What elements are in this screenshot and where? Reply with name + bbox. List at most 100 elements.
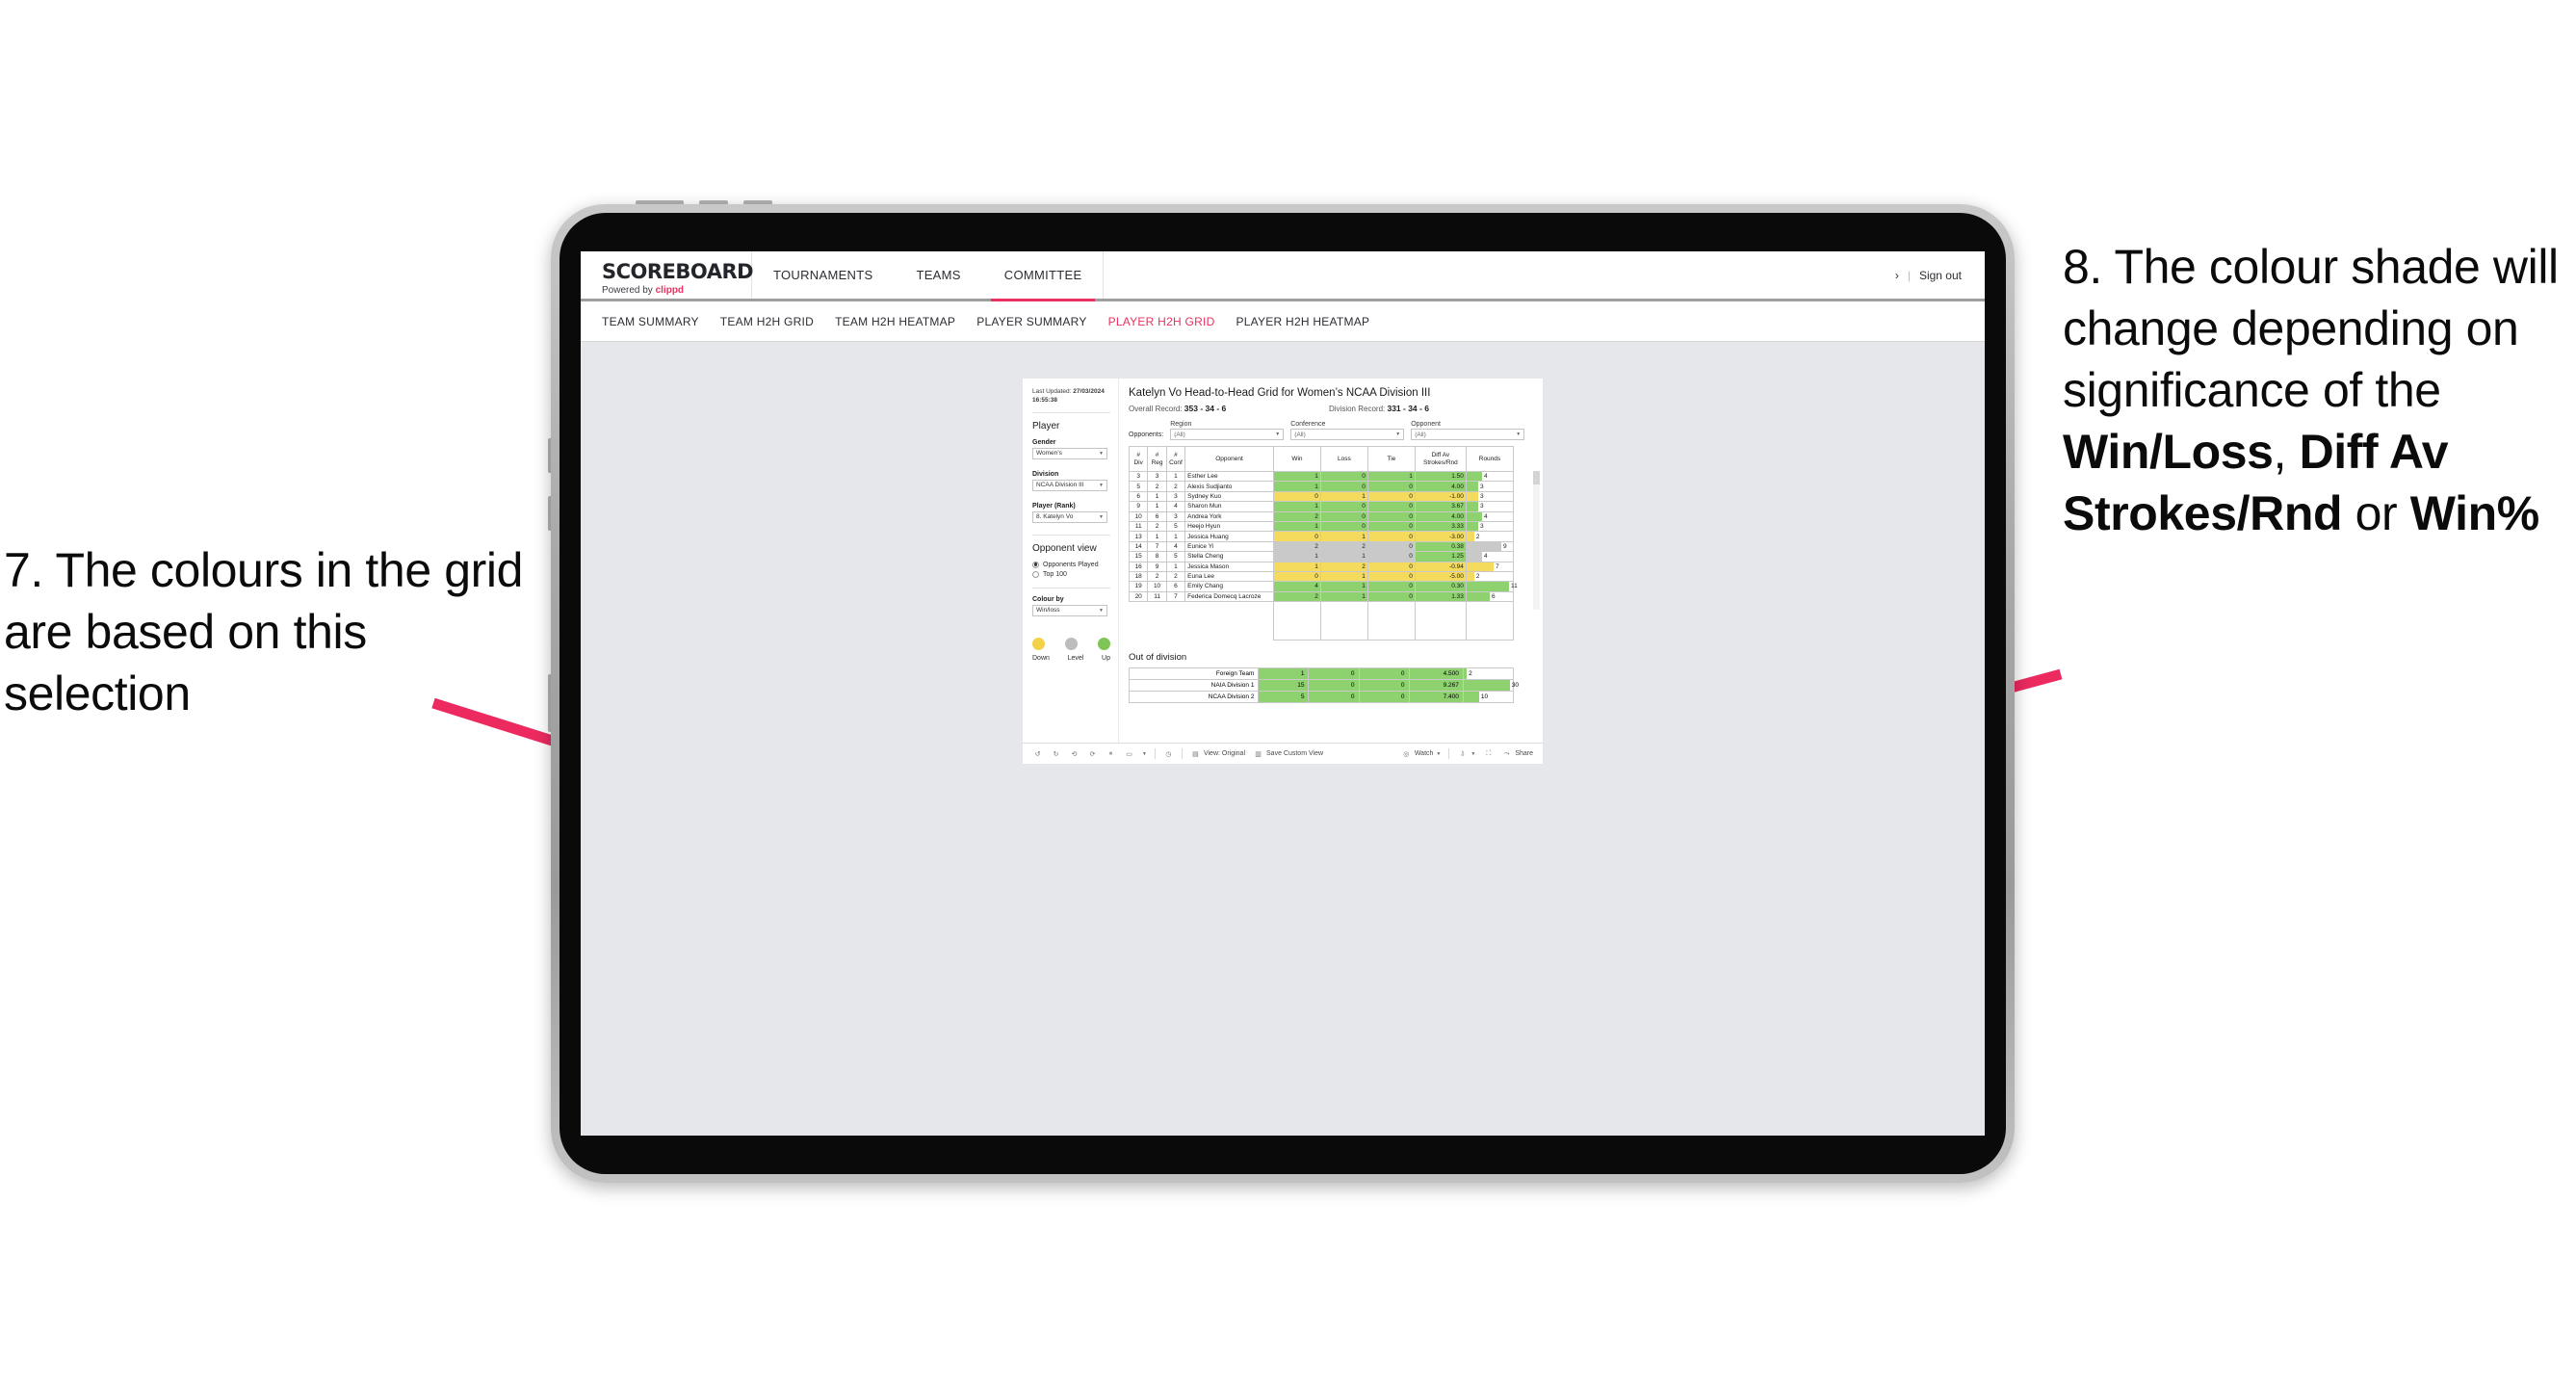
colour-by-select[interactable]: Win/loss ▼: [1032, 604, 1107, 616]
col-reg[interactable]: # Reg: [1147, 446, 1167, 472]
cell-conf: 5: [1165, 551, 1186, 562]
cell-loss: 2: [1319, 540, 1368, 553]
cell-win: 1: [1272, 481, 1321, 492]
radio-top-100[interactable]: Top 100: [1032, 570, 1118, 578]
radio-opponents-played[interactable]: Opponents Played: [1032, 561, 1118, 568]
filter-select[interactable]: (All) ▼: [1290, 429, 1405, 440]
cell-diff: -1.00: [1414, 490, 1467, 503]
gender-select[interactable]: Women’s ▼: [1032, 447, 1107, 459]
table-row[interactable]: NAIA Division 1 15 0 0 9.267 30: [1128, 679, 1519, 693]
subnav-item-player-summary[interactable]: PLAYER SUMMARY: [976, 315, 1107, 328]
chevron-right-icon[interactable]: ›: [1895, 269, 1899, 282]
alerts-icon[interactable]: ◷: [1163, 748, 1174, 759]
cell-opponent: Andrea York: [1184, 510, 1274, 522]
chevron-down-icon: ▼: [1099, 513, 1104, 520]
annotation-text: ,: [2273, 425, 2300, 479]
out-of-division-body: Foreign Team 1 0 0 4.500 2 NAIA Division 1 15 0 0…: [1128, 667, 1519, 704]
cell-div: 15: [1128, 551, 1149, 562]
chevron-down-icon[interactable]: ▼: [1142, 751, 1147, 757]
opponents-filter-label: Opponents:: [1129, 431, 1164, 438]
cell-tie: 0: [1366, 520, 1416, 533]
highlight-icon[interactable]: ▭: [1124, 748, 1134, 759]
cell-win: 1: [1258, 667, 1310, 681]
cell-opponent: Euna Lee: [1184, 570, 1274, 583]
cell-win: 5: [1258, 691, 1310, 704]
chevron-down-icon: ▼: [1470, 750, 1476, 757]
table-row[interactable]: 20 11 7 Federica Domecq Lacroze 2 1 0 1.33 6: [1128, 590, 1515, 603]
division-label: Division: [1032, 470, 1059, 478]
player-rank-value: 8. Katelyn Vo: [1036, 513, 1074, 521]
topnav-item-committee[interactable]: COMMITTEE: [983, 251, 1105, 301]
save-custom-view-button[interactable]: ▥ Save Custom View: [1253, 748, 1323, 759]
col-loss[interactable]: Loss: [1319, 446, 1368, 472]
refresh-data-icon[interactable]: ⟳: [1087, 748, 1098, 759]
pause-updates-icon[interactable]: ⏸: [1106, 748, 1116, 759]
subnav-item-team-h2h-heatmap[interactable]: TEAM H2H HEATMAP: [835, 315, 976, 328]
rounds-value: 3: [1479, 483, 1484, 490]
rounds-value: 4: [1483, 473, 1488, 481]
col-opponent[interactable]: Opponent: [1184, 446, 1274, 472]
visualization-body: Last Updated: 27/03/2024 16:55:38 Player…: [1023, 379, 1543, 743]
table-row[interactable]: NCAA Division 2 5 0 0 7.400 10: [1128, 691, 1515, 704]
share-button[interactable]: ⤳ Share: [1501, 748, 1533, 759]
filter-label: Opponent: [1411, 421, 1441, 428]
cell-reg: 1: [1147, 531, 1167, 542]
subnav-item-player-h2h-grid[interactable]: PLAYER H2H GRID: [1108, 315, 1236, 328]
table-row[interactable]: 18 2 2 Euna Lee 0 1 0 -5.00 2: [1128, 570, 1515, 583]
cell-div: 9: [1128, 501, 1149, 512]
fullscreen-icon[interactable]: ⛶: [1483, 748, 1494, 759]
col-conf[interactable]: # Conf: [1165, 446, 1186, 472]
rounds-value: 10: [1480, 693, 1489, 701]
col-diff-av-strokes[interactable]: Diff Av Strokes/Rnd: [1414, 446, 1467, 472]
subnav-item-player-h2h-heatmap[interactable]: PLAYER H2H HEATMAP: [1236, 315, 1392, 328]
table-row[interactable]: 10 6 3 Andrea York 2 0 0 4.00 4: [1128, 510, 1515, 522]
division-select[interactable]: NCAA Division III ▼: [1032, 479, 1107, 491]
cell-loss: 0: [1319, 481, 1368, 492]
filter-select[interactable]: (All) ▼: [1411, 429, 1525, 440]
table-row[interactable]: 3 3 1 Esther Lee 1 0 1 1.50 4: [1128, 470, 1515, 483]
opponent-view-heading: Opponent view: [1032, 542, 1097, 554]
table-row[interactable]: 11 2 5 Heejo Hyun 1 0 0 3.33 3: [1128, 520, 1515, 533]
col-div[interactable]: # Div: [1128, 446, 1149, 472]
topnav-item-tournaments[interactable]: TOURNAMENTS: [752, 251, 895, 299]
subnav-item-team-h2h-grid[interactable]: TEAM H2H GRID: [720, 315, 835, 328]
brand-logo[interactable]: SCOREBOARD Powered by clippd: [581, 251, 754, 299]
last-updated-label: Last Updated:: [1032, 388, 1074, 395]
sign-out-link[interactable]: Sign out: [1919, 269, 1962, 282]
table-row[interactable]: 14 7 4 Eunice Yi 2 2 0 0.38 9: [1128, 540, 1515, 553]
division-record: Division Record: 331 - 34 - 6: [1329, 404, 1529, 413]
cell-div: 14: [1128, 540, 1149, 553]
table-row[interactable]: 6 1 3 Sydney Kuo 0 1 0 -1.00 3: [1128, 490, 1515, 503]
table-row[interactable]: 13 1 1 Jessica Huang 0 1 0 -3.00 2: [1128, 531, 1515, 542]
cell-loss: 1: [1319, 490, 1368, 503]
filter-select[interactable]: (All) ▼: [1170, 429, 1285, 440]
table-head: # Div # Reg # Conf Opponent Win Loss Tie Di…: [1128, 446, 1515, 472]
cell-conf: 3: [1165, 510, 1186, 522]
watch-icon: ◎: [1403, 750, 1410, 758]
table-row[interactable]: 19 10 6 Emily Chang 4 1 0 0.30 11: [1128, 581, 1518, 592]
table-row[interactable]: 16 9 1 Jessica Mason 1 2 0 -0.94 7: [1128, 561, 1515, 572]
redo-icon[interactable]: ↻: [1051, 748, 1061, 759]
view-original-button[interactable]: ▤ View: Original: [1190, 748, 1245, 759]
table-scrollbar[interactable]: [1533, 471, 1540, 610]
table-row[interactable]: 9 1 4 Sharon Mun 1 0 0 3.67 3: [1128, 501, 1515, 512]
player-rank-select[interactable]: 8. Katelyn Vo ▼: [1032, 510, 1107, 523]
table-scrollbar-thumb[interactable]: [1533, 471, 1540, 484]
col-rounds[interactable]: Rounds: [1465, 446, 1515, 472]
table-row[interactable]: 5 2 2 Alexis Sudjianto 1 0 0 4.00 3: [1128, 481, 1515, 492]
divider: [1032, 534, 1110, 536]
topnav-item-teams[interactable]: TEAMS: [895, 251, 982, 299]
watch-button[interactable]: ◎ Watch ▼: [1401, 748, 1441, 759]
table-row[interactable]: 15 8 5 Stella Cheng 1 1 0 1.25 4: [1128, 551, 1515, 562]
col-win[interactable]: Win: [1272, 446, 1321, 472]
cell-rounds: 3: [1465, 520, 1515, 533]
table-row[interactable]: Foreign Team 1 0 0 4.500 2: [1128, 667, 1515, 681]
subnav-item-team-summary[interactable]: TEAM SUMMARY: [602, 315, 720, 328]
gender-value: Women’s: [1036, 450, 1062, 458]
cell-conf: 4: [1165, 501, 1186, 512]
undo-icon[interactable]: ↺: [1032, 748, 1043, 759]
col-tie[interactable]: Tie: [1366, 446, 1416, 472]
filter-value: (All): [1415, 431, 1426, 438]
revert-icon[interactable]: ⟲: [1069, 748, 1080, 759]
download-button[interactable]: ⇩ ▼: [1457, 748, 1475, 759]
